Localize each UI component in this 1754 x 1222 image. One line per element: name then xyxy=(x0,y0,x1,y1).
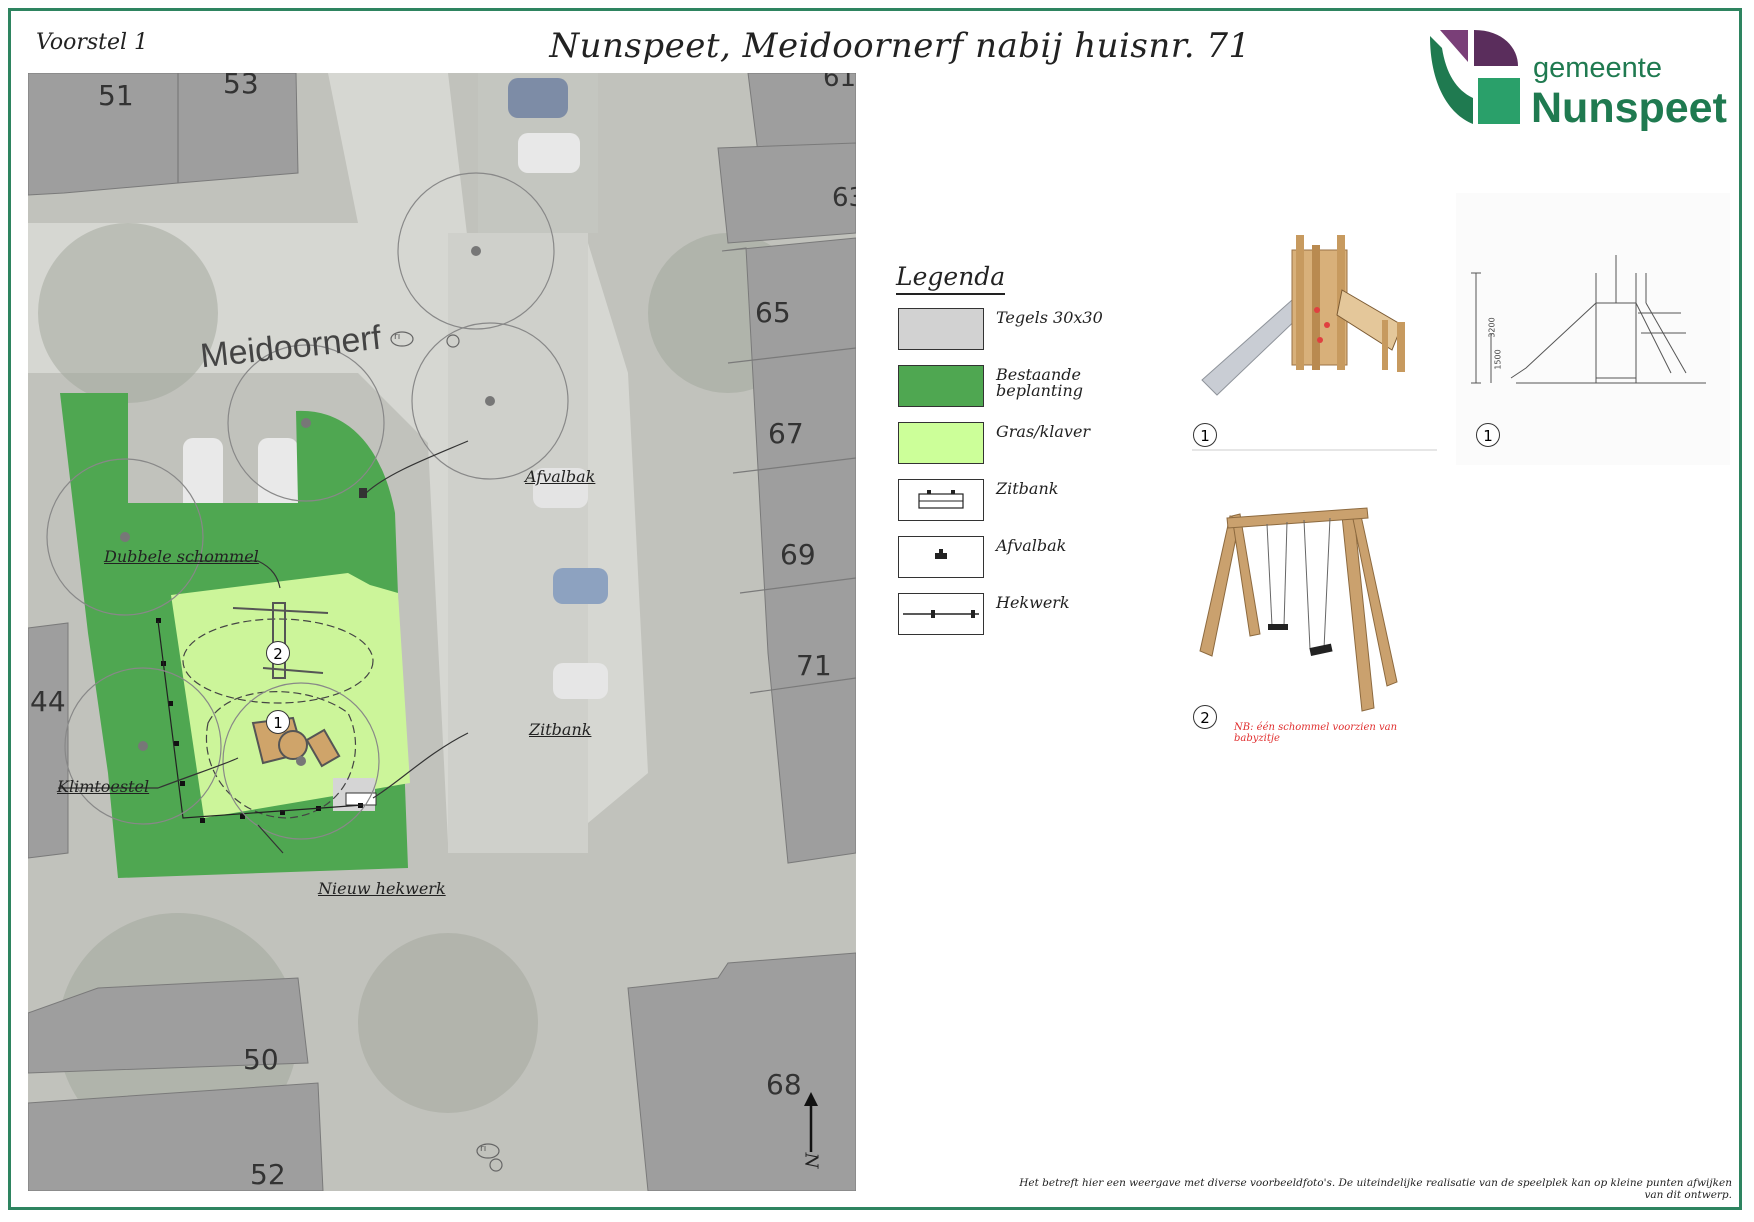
legend-label: Bestaande beplanting xyxy=(996,365,1084,400)
callout-nieuw-hekwerk: Nieuw hekwerk xyxy=(318,879,446,898)
legend-swatch-tiles xyxy=(898,308,984,350)
swing-note: NB: één schommel voorzien van babyzitje xyxy=(1234,722,1398,744)
house-number: 71 xyxy=(796,649,832,682)
page-title: Nunspeet, Meidoornerf nabij huisnr. 71 xyxy=(549,26,1251,66)
legend-label: Zitbank xyxy=(996,479,1059,498)
legend-swatch-bench xyxy=(898,479,984,521)
climber-drawing: 3200 1500 1 xyxy=(1456,193,1730,465)
legend-swatch-fence xyxy=(898,593,984,635)
logo-emblem-icon xyxy=(1430,30,1520,124)
footer-disclaimer: Het betreft hier een weergave met divers… xyxy=(1019,1177,1732,1201)
callout-zitbank: Zitbank xyxy=(529,720,592,739)
callout-afvalbak: Afvalbak xyxy=(525,467,596,486)
house-number: 65 xyxy=(755,296,791,329)
north-label: N xyxy=(800,1152,822,1169)
site-plan-map: 51 53 61 63 65 67 69 71 44 50 52 68 Meid… xyxy=(28,73,856,1191)
fence-icon xyxy=(903,610,979,618)
dimension-label: 3200 xyxy=(1487,317,1497,338)
legend-label: Afvalbak xyxy=(996,536,1067,555)
map-drawing xyxy=(28,73,856,1191)
house-number: 63 xyxy=(832,183,856,213)
legend-item-grass: Gras/klaver xyxy=(896,422,1196,468)
legend-swatch-planting xyxy=(898,365,984,407)
dimension-label: 1500 xyxy=(1493,349,1503,370)
swing-marker: 2 xyxy=(266,641,290,665)
logo-text-gemeente: gemeente xyxy=(1533,52,1662,84)
municipality-logo: gemeente Nunspeet xyxy=(1428,28,1728,138)
house-number: 61 xyxy=(823,73,856,93)
proposal-label: Voorstel 1 xyxy=(36,30,149,55)
house-number: 52 xyxy=(250,1158,286,1191)
house-number: 53 xyxy=(223,73,259,100)
lamp-tag: ri xyxy=(480,1144,487,1154)
callout-dubbele-schommel: Dubbele schommel xyxy=(104,547,259,566)
photo-marker: 2 xyxy=(1193,705,1217,729)
legend-item-bench: Zitbank xyxy=(896,479,1196,525)
legend-label: Hekwerk xyxy=(996,593,1070,612)
legend: Legenda Tegels 30x30 Bestaande beplantin… xyxy=(896,262,1216,662)
legend-item-existing-planting: Bestaande beplanting xyxy=(896,365,1196,411)
swing-photo: 2 NB: één schommel voorzien van babyzitj… xyxy=(1192,496,1437,744)
swing-image xyxy=(1199,507,1398,712)
photo-marker: 1 xyxy=(1193,423,1217,447)
lamp-tag: ri xyxy=(394,332,401,342)
litter-bin-icon xyxy=(935,549,947,559)
legend-swatch-grass xyxy=(898,422,984,464)
legend-item-tiles: Tegels 30x30 xyxy=(896,308,1196,354)
photo-marker: 1 xyxy=(1476,423,1500,447)
technical-drawing xyxy=(1471,255,1706,384)
house-number: 51 xyxy=(98,79,134,112)
north-arrow: N xyxy=(796,1092,826,1172)
bench-icon xyxy=(918,490,964,509)
legend-item-fence: Hekwerk xyxy=(896,593,1196,639)
house-number: 50 xyxy=(243,1043,279,1076)
house-number: 44 xyxy=(30,685,66,718)
house-number: 69 xyxy=(780,538,816,571)
legend-label: Gras/klaver xyxy=(996,422,1091,441)
callout-klimtoestel: Klimtoestel xyxy=(57,777,150,796)
legend-swatch-bin xyxy=(898,536,984,578)
legend-label: Tegels 30x30 xyxy=(996,308,1103,327)
legend-title: Legenda xyxy=(896,262,1006,295)
climber-marker: 1 xyxy=(266,710,290,734)
climber-image xyxy=(1192,235,1437,451)
house-number: 67 xyxy=(768,417,804,450)
climber-photo: 1 xyxy=(1192,230,1437,455)
logo-text-nunspeet: Nunspeet xyxy=(1531,84,1727,132)
legend-item-litter-bin: Afvalbak xyxy=(896,536,1196,582)
